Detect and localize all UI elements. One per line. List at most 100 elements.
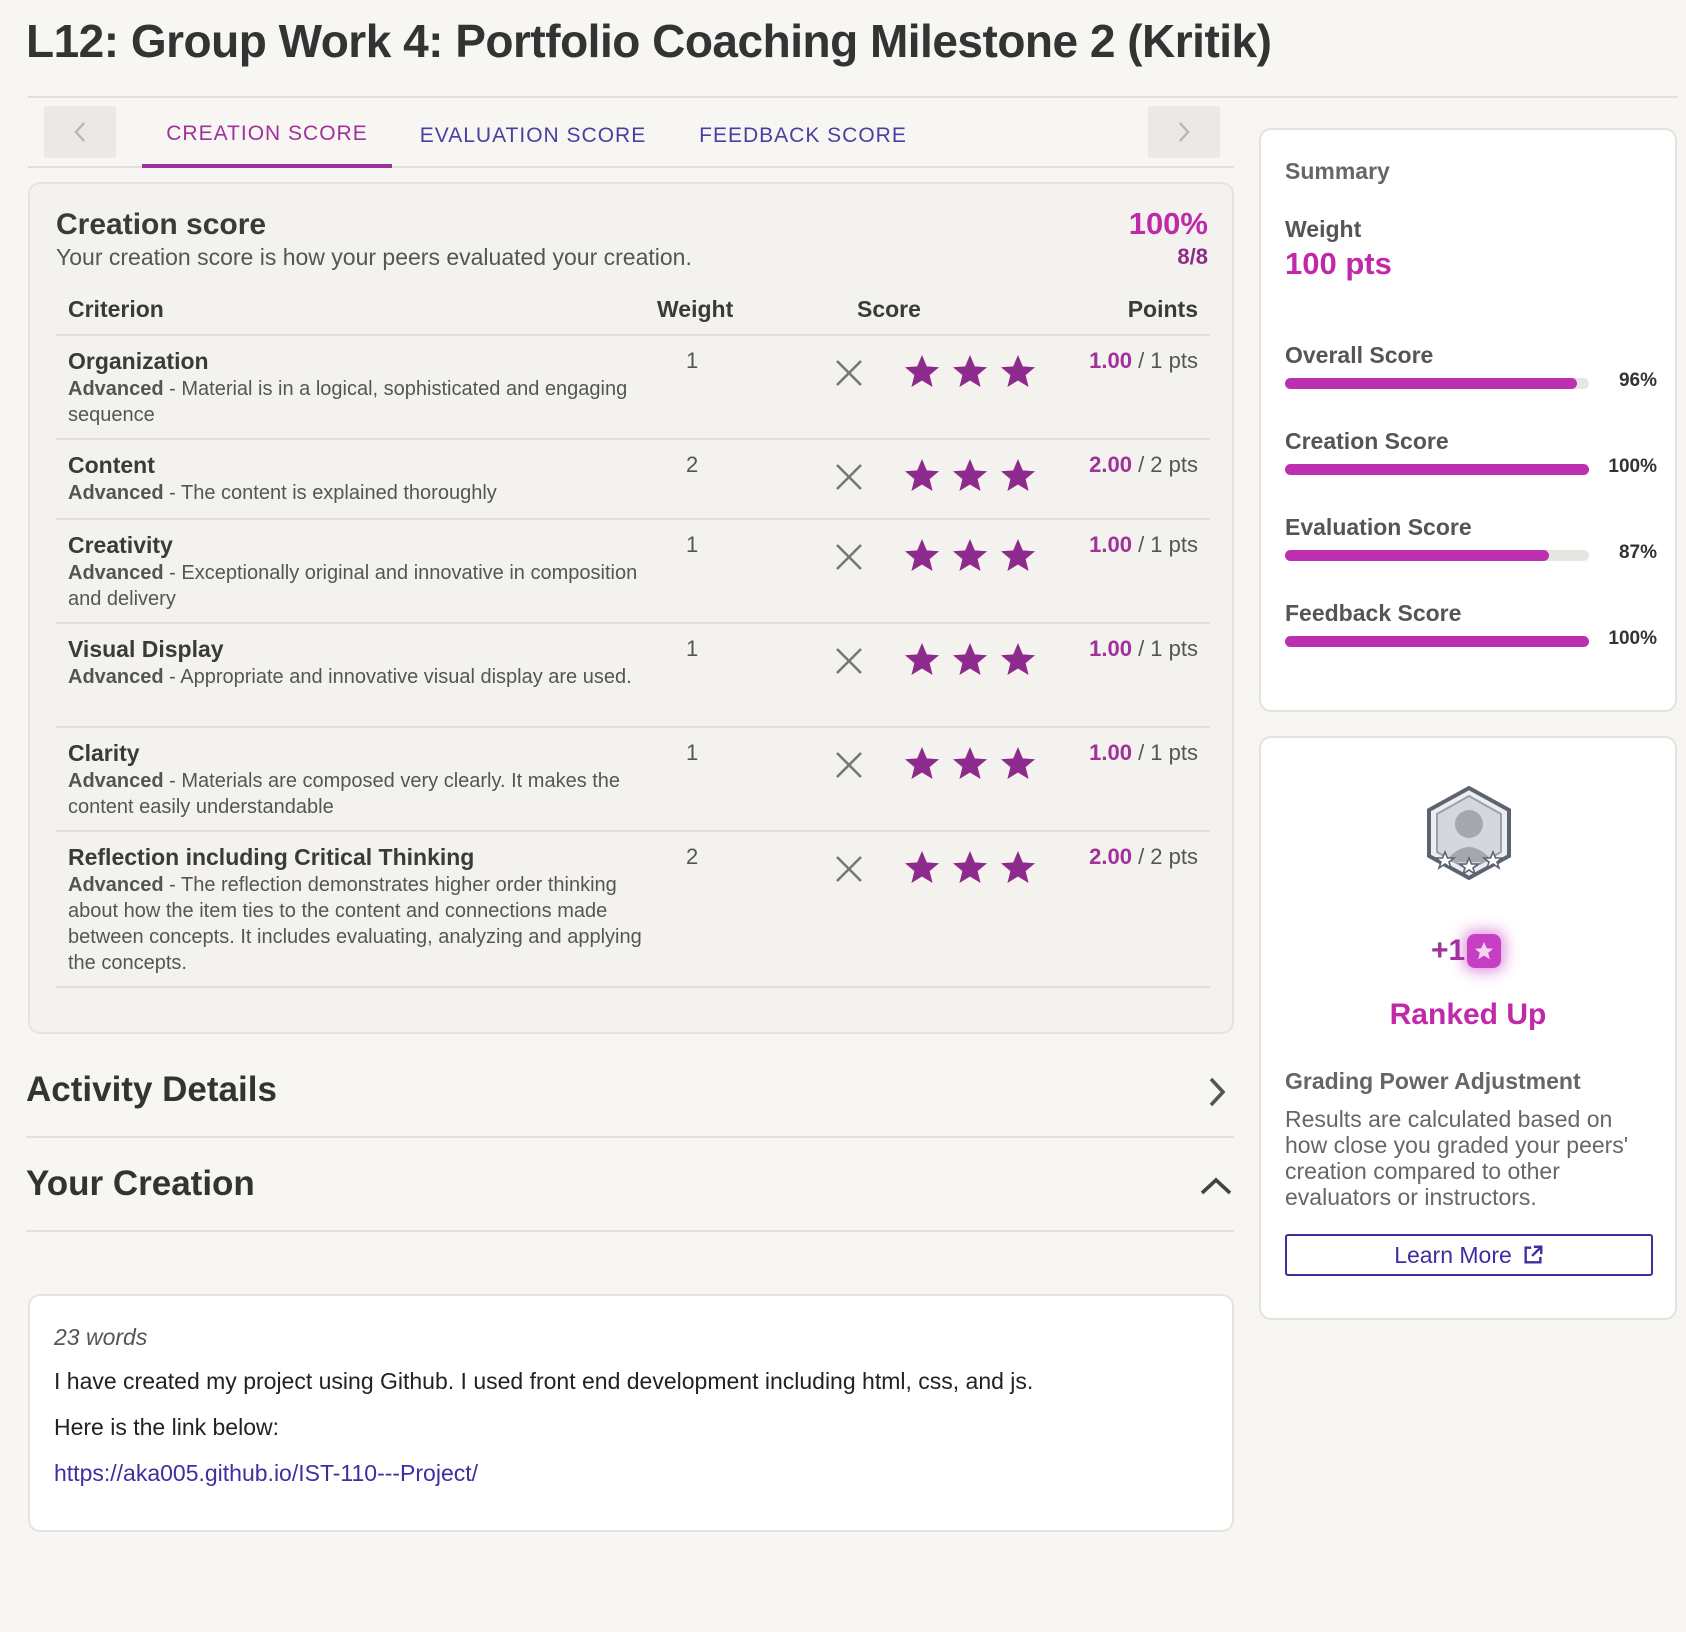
star-rating[interactable] — [902, 352, 1038, 392]
criterion-row: Reflection including Critical Thinking A… — [56, 832, 1210, 988]
grading-power-title: Grading Power Adjustment — [1285, 1068, 1581, 1094]
star-icon — [905, 539, 939, 571]
points-earned: 2.00 — [1089, 452, 1132, 477]
star-rating[interactable] — [902, 744, 1038, 784]
tab-scroll-left-button[interactable] — [44, 106, 116, 158]
criterion-description: Advanced - The reflection demonstrates h… — [68, 872, 648, 976]
creation-score-heading: Creation score — [56, 208, 267, 241]
points-total: / 2 pts — [1131, 844, 1198, 869]
star-icon — [1001, 747, 1035, 779]
score-bar-label: Overall Score — [1285, 342, 1434, 368]
activity-details-section[interactable]: Activity Details — [26, 1046, 1234, 1138]
star-icon — [953, 643, 987, 675]
star-rating[interactable] — [902, 536, 1038, 576]
points-earned: 2.00 — [1089, 844, 1132, 869]
creation-paragraph: Here is the link below: — [54, 1414, 279, 1440]
creation-score-description: Your creation score is how your peers ev… — [56, 244, 692, 270]
star-rating[interactable] — [902, 640, 1038, 680]
score-bar-percent: 96% — [1618, 370, 1657, 391]
chevron-right-icon — [1209, 1077, 1226, 1107]
criteria-table: Criterion Weight Score Points Organizati… — [56, 280, 1210, 988]
zero-score-x-icon[interactable] — [832, 748, 866, 782]
criterion-weight: 1 — [686, 636, 699, 661]
criteria-rows: Organization Advanced - Material is in a… — [56, 336, 1210, 988]
criterion-name: Creativity — [68, 532, 173, 558]
tab-scroll-right-button[interactable] — [1148, 106, 1220, 158]
star-icon — [905, 747, 939, 779]
star-rating[interactable] — [902, 848, 1038, 888]
score-bar: Feedback Score 100% — [1285, 600, 1657, 652]
zero-score-x-icon[interactable] — [832, 540, 866, 574]
your-creation-title: Your Creation — [26, 1164, 255, 1203]
creation-score-percent: 100% — [1128, 206, 1208, 241]
criterion-weight: 1 — [686, 532, 699, 557]
learn-more-button[interactable]: Learn More — [1285, 1234, 1653, 1276]
star-icon — [953, 539, 987, 571]
star-icon — [1001, 539, 1035, 571]
points-total: / 1 pts — [1131, 636, 1198, 661]
points-earned: 1.00 — [1089, 740, 1132, 765]
zero-score-x-icon[interactable] — [832, 356, 866, 390]
criterion-weight: 1 — [686, 348, 699, 373]
points-earned: 1.00 — [1089, 532, 1132, 557]
star-icon — [905, 851, 939, 883]
progress-fill — [1285, 464, 1589, 475]
title-divider — [28, 96, 1678, 98]
star-gem-icon — [1467, 934, 1502, 968]
criterion-level: Advanced — [68, 562, 164, 584]
criterion-row: Clarity Advanced - Materials are compose… — [56, 728, 1210, 832]
star-icon — [905, 355, 939, 387]
grading-power-description: Results are calculated based on how clos… — [1285, 1106, 1629, 1210]
points-total: / 2 pts — [1131, 452, 1198, 477]
criterion-description: Advanced - Material is in a logical, sop… — [68, 376, 648, 428]
criterion-description: Advanced - Appropriate and innovative vi… — [68, 664, 648, 690]
criterion-weight: 2 — [686, 452, 699, 477]
criterion-name: Clarity — [68, 740, 140, 766]
score-bar-label: Feedback Score — [1285, 600, 1462, 626]
column-header-criterion: Criterion — [68, 296, 164, 322]
external-link-icon — [1524, 1245, 1543, 1264]
criterion-name: Reflection including Critical Thinking — [68, 844, 475, 870]
criterion-level: Advanced — [68, 378, 164, 400]
tab-feedback-score[interactable]: FEEDBACK SCORE — [678, 104, 928, 168]
criterion-row: Organization Advanced - Material is in a… — [56, 336, 1210, 440]
score-bar: Evaluation Score 87% — [1285, 514, 1657, 566]
rank-change-value: +1 — [1431, 934, 1466, 967]
your-creation-section[interactable]: Your Creation — [26, 1140, 1234, 1232]
criterion-weight: 1 — [686, 740, 699, 765]
criterion-points: 1.00 / 1 pts — [1089, 532, 1198, 558]
tab-evaluation-score[interactable]: EVALUATION SCORE — [408, 104, 658, 168]
creation-paragraph: I have created my project using Github. … — [54, 1368, 1034, 1394]
score-bar-percent: 87% — [1618, 542, 1657, 563]
chevron-up-icon — [1200, 1177, 1232, 1195]
criterion-level: Advanced — [68, 666, 164, 688]
activity-details-title: Activity Details — [26, 1070, 277, 1109]
points-total: / 1 pts — [1131, 348, 1198, 373]
tab-creation-score[interactable]: CREATION SCORE — [142, 104, 392, 168]
points-total: / 1 pts — [1131, 532, 1198, 557]
score-bar-label: Evaluation Score — [1285, 514, 1472, 540]
progress-track — [1285, 636, 1589, 647]
zero-score-x-icon[interactable] — [832, 644, 866, 678]
summary-title: Summary — [1285, 158, 1390, 184]
points-total: / 1 pts — [1131, 740, 1198, 765]
criterion-description: Advanced - Exceptionally original and in… — [68, 560, 648, 612]
column-header-points: Points — [1127, 296, 1198, 322]
progress-fill — [1285, 378, 1577, 389]
summary-card: Summary Weight 100 pts Overall Score 96%… — [1259, 128, 1677, 712]
chevron-left-icon — [74, 122, 85, 142]
criterion-row: Visual Display Advanced - Appropriate an… — [56, 624, 1210, 728]
zero-score-x-icon[interactable] — [832, 460, 866, 494]
progress-track — [1285, 464, 1589, 475]
chevron-right-icon — [1179, 122, 1190, 142]
zero-score-x-icon[interactable] — [832, 852, 866, 886]
project-link[interactable]: https://aka005.github.io/IST-110---Proje… — [54, 1460, 478, 1487]
star-icon — [1001, 355, 1035, 387]
score-tabs: CREATION SCORE EVALUATION SCORE FEEDBACK… — [28, 104, 1234, 168]
star-icon — [905, 459, 939, 491]
criterion-points: 2.00 / 2 pts — [1089, 452, 1198, 478]
criterion-level-text: - Appropriate and innovative visual disp… — [163, 666, 632, 688]
points-earned: 1.00 — [1089, 348, 1132, 373]
star-rating[interactable] — [902, 456, 1038, 496]
criterion-row: Creativity Advanced - Exceptionally orig… — [56, 520, 1210, 624]
